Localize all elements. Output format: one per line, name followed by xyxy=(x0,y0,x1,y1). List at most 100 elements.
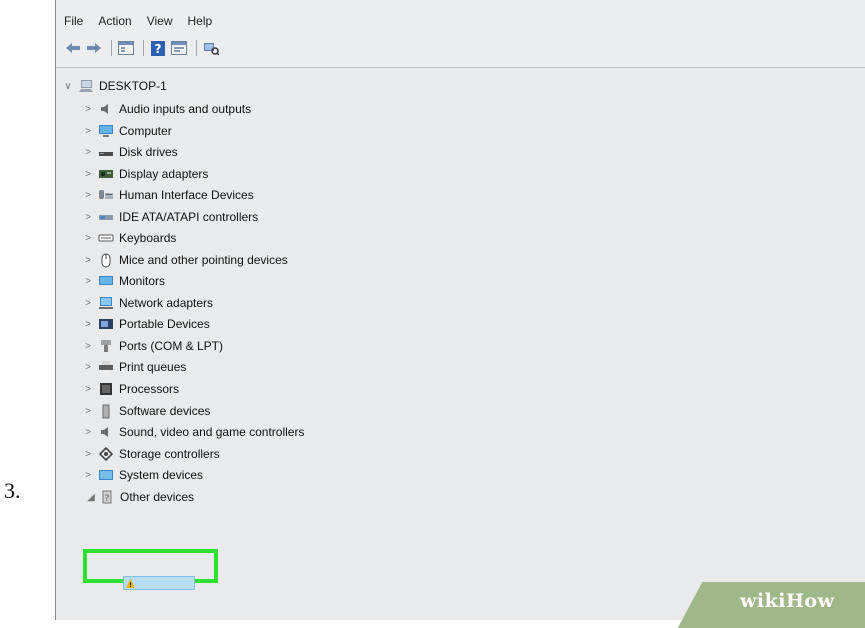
storage-controller-icon xyxy=(98,446,114,462)
toolbar-separator xyxy=(196,40,197,56)
expand-arrow-icon[interactable]: > xyxy=(82,341,94,352)
console-tree-icon xyxy=(118,41,134,55)
properties-button[interactable] xyxy=(170,39,188,57)
back-arrow-icon xyxy=(66,43,80,53)
wikihow-watermark: wikiHow xyxy=(740,590,834,612)
tree-subitem-unknown-device[interactable] xyxy=(123,576,195,590)
unknown-device-icon: ? xyxy=(99,489,115,505)
tree-item-label: Storage controllers xyxy=(119,447,220,461)
expand-arrow-icon[interactable]: > xyxy=(82,470,94,481)
tree-item-ports[interactable]: > Ports (COM & LPT) xyxy=(82,337,223,355)
tree-item-system[interactable]: > System devices xyxy=(82,466,203,484)
console-tree-button[interactable] xyxy=(117,39,135,57)
tree-item-ide[interactable]: > IDE ATA/ATAPI controllers xyxy=(82,208,258,226)
back-button[interactable] xyxy=(64,39,82,57)
system-device-icon xyxy=(98,467,114,483)
software-device-icon xyxy=(98,403,114,419)
tree-item-label: Mice and other pointing devices xyxy=(119,253,288,267)
expand-arrow-icon[interactable]: > xyxy=(82,384,94,395)
svg-text:?: ? xyxy=(105,494,110,504)
tree-item-label: Monitors xyxy=(119,274,166,288)
tree-item-network[interactable]: > Network adapters xyxy=(82,294,213,312)
tree-item-other-devices[interactable]: ◢ ? Other devices xyxy=(87,488,194,506)
expanded-arrow-icon[interactable]: ◢ xyxy=(87,492,95,503)
expand-arrow-icon[interactable]: > xyxy=(82,406,94,417)
tree-root-desktop[interactable]: ∨ DESKTOP-1 xyxy=(62,77,167,95)
help-icon: ? xyxy=(151,40,165,56)
tree-item-label: Human Interface Devices xyxy=(119,188,254,202)
printer-icon xyxy=(98,359,114,375)
tree-item-computer[interactable]: > Computer xyxy=(82,122,172,140)
tree-item-label: Print queues xyxy=(119,360,187,374)
expand-arrow-icon[interactable]: > xyxy=(82,212,94,223)
tree-item-label: Other devices xyxy=(120,490,195,504)
tree-item-label: Portable Devices xyxy=(119,317,210,331)
tree-item-portable[interactable]: > Portable Devices xyxy=(82,315,210,333)
tree-item-label: Computer xyxy=(119,124,172,138)
menu-view[interactable]: View xyxy=(147,14,173,28)
display-adapter-icon xyxy=(98,166,114,182)
disk-drive-icon xyxy=(98,144,114,160)
hid-icon xyxy=(98,187,114,203)
menu-file[interactable]: File xyxy=(64,14,83,28)
tree-item-label: Processors xyxy=(119,382,180,396)
tree-item-label: IDE ATA/ATAPI controllers xyxy=(119,210,259,224)
expand-arrow-icon[interactable]: > xyxy=(82,362,94,373)
toolbar-separator xyxy=(111,40,112,56)
tree-item-label: Display adapters xyxy=(119,167,209,181)
processor-icon xyxy=(98,381,114,397)
keyboard-icon xyxy=(98,230,114,246)
expand-arrow-icon[interactable]: > xyxy=(82,169,94,180)
tree-item-software[interactable]: > Software devices xyxy=(82,402,210,420)
toolbar-separator xyxy=(143,40,144,56)
tree-item-label: Network adapters xyxy=(119,296,214,310)
tree-item-keyboards[interactable]: > Keyboards xyxy=(82,229,176,247)
tree-root-label: DESKTOP-1 xyxy=(99,79,167,93)
tree-item-disk-drives[interactable]: > Disk drives xyxy=(82,143,178,161)
tree-item-storage[interactable]: > Storage controllers xyxy=(82,445,220,463)
tree-item-display-adapters[interactable]: > Display adapters xyxy=(82,165,208,183)
tree-item-print[interactable]: > Print queues xyxy=(82,358,186,376)
network-adapter-icon xyxy=(98,295,114,311)
tree-item-label: Keyboards xyxy=(119,231,177,245)
tree-item-processors[interactable]: > Processors xyxy=(82,380,179,398)
tree-item-sound[interactable]: > Sound, video and game controllers xyxy=(82,423,304,441)
tree-item-label: Ports (COM & LPT) xyxy=(119,339,224,353)
expand-arrow-icon[interactable]: > xyxy=(82,233,94,244)
tree-item-label: Software devices xyxy=(119,404,211,418)
menu-action[interactable]: Action xyxy=(98,14,131,28)
monitor-icon xyxy=(98,123,114,139)
computer-icon xyxy=(78,78,94,94)
tree-item-monitors[interactable]: > Monitors xyxy=(82,272,165,290)
expand-arrow-icon[interactable]: > xyxy=(82,147,94,158)
expand-arrow-icon[interactable]: > xyxy=(82,427,94,438)
tree-item-audio[interactable]: > Audio inputs and outputs xyxy=(82,100,251,118)
tree-item-label: Audio inputs and outputs xyxy=(119,102,252,116)
device-manager-window: File Action View Help ? ∨ DESKTOP-1 > Au… xyxy=(55,0,865,620)
menu-help[interactable]: Help xyxy=(188,14,213,28)
expand-arrow-icon[interactable]: > xyxy=(82,319,94,330)
tree-item-mice[interactable]: > Mice and other pointing devices xyxy=(82,251,288,269)
expand-arrow-icon[interactable]: > xyxy=(82,276,94,287)
collapse-arrow-icon[interactable]: ∨ xyxy=(62,81,74,92)
forward-button[interactable] xyxy=(85,39,103,57)
warning-icon xyxy=(126,578,135,588)
ide-controller-icon xyxy=(98,209,114,225)
expand-arrow-icon[interactable]: > xyxy=(82,126,94,137)
tree-item-hid[interactable]: > Human Interface Devices xyxy=(82,186,254,204)
port-icon xyxy=(98,338,114,354)
scan-hardware-button[interactable] xyxy=(202,39,220,57)
expand-arrow-icon[interactable]: > xyxy=(82,449,94,460)
scan-hardware-icon xyxy=(204,43,219,56)
expand-arrow-icon[interactable]: > xyxy=(82,298,94,309)
help-button[interactable]: ? xyxy=(149,39,167,57)
expand-arrow-icon[interactable]: > xyxy=(82,255,94,266)
tree-item-label: Disk drives xyxy=(119,145,178,159)
device-tree: ∨ DESKTOP-1 > Audio inputs and outputs >… xyxy=(56,67,865,620)
expand-arrow-icon[interactable]: > xyxy=(82,190,94,201)
expand-arrow-icon[interactable]: > xyxy=(82,104,94,115)
svg-text:?: ? xyxy=(155,42,162,56)
tree-item-label: System devices xyxy=(119,468,204,482)
watermark-wiki: wiki xyxy=(740,590,786,612)
toolbar: ? xyxy=(56,35,865,61)
